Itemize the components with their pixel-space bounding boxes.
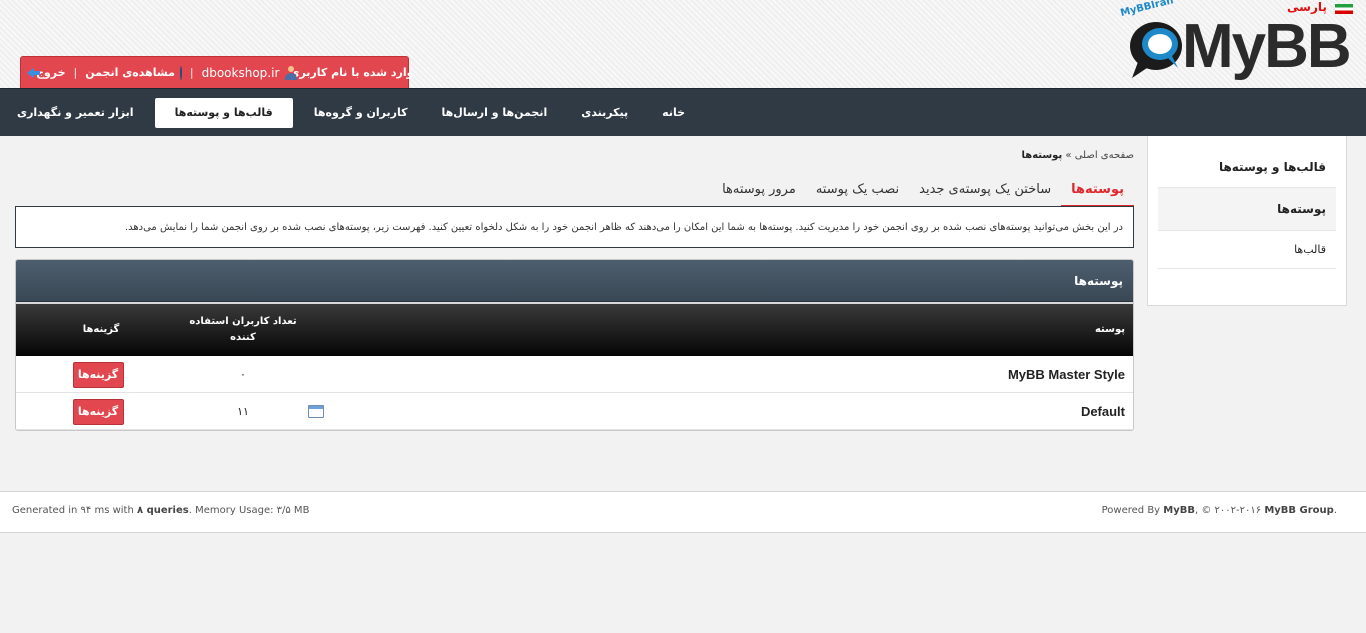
sidebar: قالب‌ها و پوسته‌ها پوسته‌ها قالب‌ها — [1147, 136, 1347, 306]
sidebar-item-themes[interactable]: پوسته‌ها — [1158, 188, 1336, 231]
main-content: صفحه‌ی اصلی » پوسته‌ها پوسته‌ها ساختن یک… — [0, 136, 1147, 491]
tab-browse-themes[interactable]: مرور پوسته‌ها — [712, 182, 806, 208]
breadcrumb-home-link[interactable]: صفحه‌ی اصلی — [1075, 150, 1134, 161]
page-description: در این بخش می‌توانید پوسته‌های نصب شده ب… — [15, 207, 1134, 248]
table-row: Default ۱۱ گزینه‌ها — [16, 393, 1133, 430]
options-cell: گزینه‌ها — [71, 393, 125, 430]
theme-name[interactable]: MyBB Master Style — [1008, 356, 1125, 393]
main-navigation: خانه پیکربندی انجمن‌ها و ارسال‌ها کاربرا… — [0, 88, 1366, 136]
username-link[interactable]: dbookshop.ir — [202, 66, 280, 80]
breadcrumb-separator: » — [1065, 150, 1072, 161]
nav-tools-maintenance[interactable]: ابزار تعمیر و نگهداری — [0, 98, 151, 128]
tab-bar: پوسته‌ها ساختن یک پوسته‌ی جدید نصب یک پو… — [712, 182, 1134, 208]
mybb-group-link[interactable]: MyBB Group — [1264, 505, 1333, 516]
logo-language-label: پارسی — [1287, 0, 1327, 14]
powered-by-text: Powered By — [1101, 505, 1161, 516]
globe-icon — [179, 65, 182, 80]
theme-name[interactable]: Default — [1081, 393, 1125, 430]
column-theme: پوسته — [1094, 324, 1125, 335]
separator: | — [189, 66, 194, 79]
logout-link[interactable]: خروج — [36, 66, 66, 79]
tab-themes[interactable]: پوسته‌ها — [1061, 182, 1134, 208]
edit-cell — [304, 393, 328, 430]
nav-templates-themes[interactable]: قالب‌ها و پوسته‌ها — [154, 97, 293, 128]
footer: Generated in ۹۴ ms with ۸ queries. Memor… — [0, 491, 1366, 533]
generated-text: Generated in ۹۴ ms with — [12, 505, 134, 516]
mybb-logo[interactable]: MyBBIran MyBB پارسی — [1119, 0, 1353, 86]
generation-stats: Generated in ۹۴ ms with ۸ queries. Memor… — [12, 505, 309, 516]
nav-forums-posts[interactable]: انجمن‌ها و ارسال‌ها — [425, 98, 565, 128]
user-bar: وارد شده با نام کاربری dbookshop.ir | مش… — [20, 56, 413, 88]
footer-dot: . — [1333, 505, 1337, 516]
themes-table: پوسته‌ها پوسته تعداد کاربران استفاده کنن… — [15, 259, 1134, 431]
queries-link[interactable]: ۸ queries — [137, 505, 189, 516]
iran-flag-icon — [1335, 4, 1353, 14]
sidebar-title: قالب‌ها و پوسته‌ها — [1158, 148, 1336, 188]
memory-usage: . Memory Usage: ۳/۵ MB — [188, 505, 310, 516]
theme-user-count: ۱۱ — [237, 405, 249, 418]
column-options: گزینه‌ها — [82, 324, 120, 335]
table-title: پوسته‌ها — [16, 260, 1133, 302]
view-forum-link[interactable]: مشاهده‌ی انجمن — [85, 66, 175, 79]
header: MyBBIran MyBB پارسی وارد شده با نام کارب… — [0, 0, 1366, 88]
table-header: پوسته تعداد کاربران استفاده کننده گزینه‌… — [16, 304, 1133, 356]
separator: | — [73, 66, 78, 79]
copyright: Powered By MyBB, © ۲۰۰۲-۲۰۱۶ MyBB Group. — [1102, 505, 1337, 516]
copyright-years: , © ۲۰۰۲-۲۰۱۶ — [1195, 505, 1262, 516]
logged-in-label: وارد شده با نام کاربری — [289, 66, 414, 79]
column-users: تعداد کاربران استفاده کننده — [189, 316, 297, 343]
tab-create-new-theme[interactable]: ساختن یک پوسته‌ی جدید — [909, 182, 1061, 208]
breadcrumb: صفحه‌ی اصلی » پوسته‌ها — [1022, 150, 1135, 161]
options-button[interactable]: گزینه‌ها — [72, 398, 124, 425]
logo-wordmark: MyBB — [1182, 12, 1352, 81]
theme-user-count: ۰ — [240, 368, 246, 381]
breadcrumb-current: پوسته‌ها — [1021, 150, 1063, 161]
mybb-link[interactable]: MyBB — [1163, 505, 1195, 516]
options-cell: گزینه‌ها — [71, 356, 125, 393]
sidebar-item-templates[interactable]: قالب‌ها — [1158, 231, 1336, 269]
nav-configuration[interactable]: پیکربندی — [564, 98, 645, 128]
nav-items: خانه پیکربندی انجمن‌ها و ارسال‌ها کاربرا… — [0, 97, 702, 128]
default-theme-icon — [308, 405, 324, 418]
nav-home[interactable]: خانه — [645, 98, 702, 128]
options-button[interactable]: گزینه‌ها — [72, 361, 124, 388]
table-row: MyBB Master Style ۰ گزینه‌ها — [16, 356, 1133, 393]
tab-install-theme[interactable]: نصب یک پوسته — [806, 182, 909, 208]
nav-users-groups[interactable]: کاربران و گروه‌ها — [297, 98, 425, 128]
